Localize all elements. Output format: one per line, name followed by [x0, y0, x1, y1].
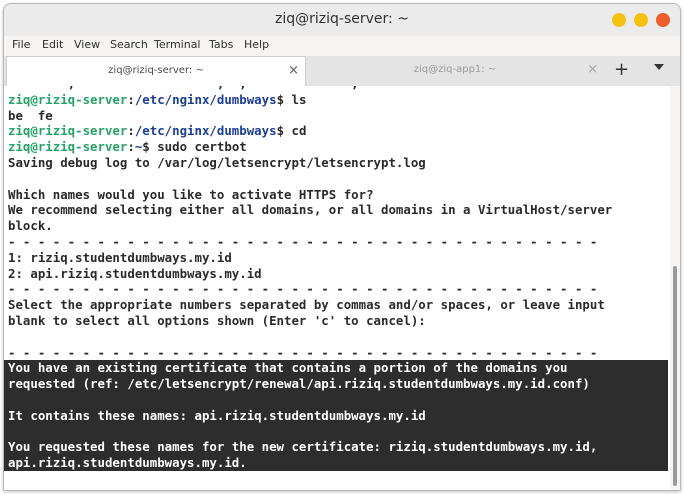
terminal-line: ziq@riziq-server:/etc/nginx/dumbways$ cd — [8, 123, 668, 139]
new-tab-button[interactable]: + — [614, 59, 629, 80]
tab-close-icon[interactable]: × — [587, 62, 598, 77]
prompt-user: ziq@riziq-server — [8, 123, 128, 139]
highlighted-line — [4, 391, 668, 408]
menu-tabs[interactable]: Tabs — [209, 38, 233, 51]
terminal-line: ziq@riziq-server:/etc/nginx/dumbways$ ls — [8, 92, 668, 108]
prompt-path: /etc/nginx/dumbways — [134, 91, 277, 107]
minimize-button[interactable] — [612, 13, 626, 27]
tab-label: ziq@riziq-server: ~ — [108, 65, 204, 76]
terminal-line: Select the appropriate numbers separated… — [8, 297, 605, 313]
highlighted-line: It contains these names: api.riziq.stude… — [4, 407, 668, 424]
tab-label: ziq@ziq-app1: ~ — [413, 64, 497, 75]
option-line: 1: riziq.studentdumbways.my.id — [8, 249, 232, 265]
prompt-colon: : — [127, 139, 135, 155]
prompt-user: ziq@riziq-server — [8, 91, 128, 107]
terminal-line: ziq@riziq-server:~$ sudo certbot — [8, 139, 668, 155]
command-text: $ sudo certbot — [142, 139, 247, 155]
highlighted-line: You requested these names for the new ce… — [4, 439, 668, 456]
tab-bar: ziq@riziq-server: ~ × ziq@ziq-app1: ~ × … — [4, 56, 680, 87]
option-line: 2: api.riziq.studentdumbways.my.id — [8, 265, 262, 281]
command-text: $ cd — [276, 123, 307, 139]
command-text: $ ls — [276, 91, 307, 107]
scroll-thumb[interactable] — [673, 266, 677, 486]
prompt-path: /etc/nginx/dumbways — [134, 123, 277, 139]
tab-close-icon[interactable]: × — [288, 63, 299, 78]
separator-line: - - - - - - - - - - - - - - - - - - - - … — [8, 344, 598, 360]
separator-line: - - - - - - - - - - - - - - - - - - - - … — [8, 281, 598, 297]
close-window-button[interactable] — [656, 13, 670, 27]
terminal-line: be fe — [8, 107, 53, 123]
title-bar[interactable]: ziq@riziq-server: ~ — [4, 4, 680, 36]
prompt-colon: : — [127, 123, 135, 139]
menu-terminal[interactable]: Terminal — [154, 38, 201, 51]
highlighted-line: requested (ref: /etc/letsencrypt/renewal… — [4, 376, 668, 392]
menu-file[interactable]: File — [12, 38, 30, 51]
tab-riziq-server[interactable]: ziq@riziq-server: ~ × — [6, 56, 306, 86]
menu-view[interactable]: View — [74, 38, 100, 51]
terminal-line: Which names would you like to activate H… — [8, 186, 374, 202]
terminal-output[interactable]: , , , , ziq@riziq-server:/etc/nginx/dumb… — [4, 86, 670, 490]
highlighted-line: api.riziq.studentdumbways.my.id. — [4, 455, 668, 471]
terminal-window: ziq@riziq-server: ~ File Edit View Searc… — [3, 3, 681, 491]
menu-search[interactable]: Search — [110, 38, 148, 51]
prompt-colon: : — [127, 91, 135, 107]
menu-help[interactable]: Help — [244, 38, 269, 51]
tab-ziq-app1[interactable]: ziq@ziq-app1: ~ × — [306, 56, 604, 85]
menu-edit[interactable]: Edit — [42, 38, 63, 51]
terminal-line: block. — [8, 218, 53, 234]
scrollbar[interactable] — [670, 86, 680, 490]
window-title: ziq@riziq-server: ~ — [275, 11, 409, 27]
maximize-button[interactable] — [634, 13, 648, 27]
highlighted-line: You have an existing certificate that co… — [4, 360, 668, 377]
terminal-line: We recommend selecting either all domain… — [8, 202, 613, 218]
tab-menu-icon[interactable] — [654, 64, 664, 70]
prompt-user: ziq@riziq-server — [8, 139, 128, 155]
highlighted-line — [4, 423, 668, 440]
terminal-line: Saving debug log to /var/log/letsencrypt… — [8, 154, 426, 170]
menu-bar: File Edit View Search Terminal Tabs Help — [4, 36, 680, 56]
terminal-line: blank to select all options shown (Enter… — [8, 312, 426, 328]
separator-line: - - - - - - - - - - - - - - - - - - - - … — [8, 233, 598, 249]
